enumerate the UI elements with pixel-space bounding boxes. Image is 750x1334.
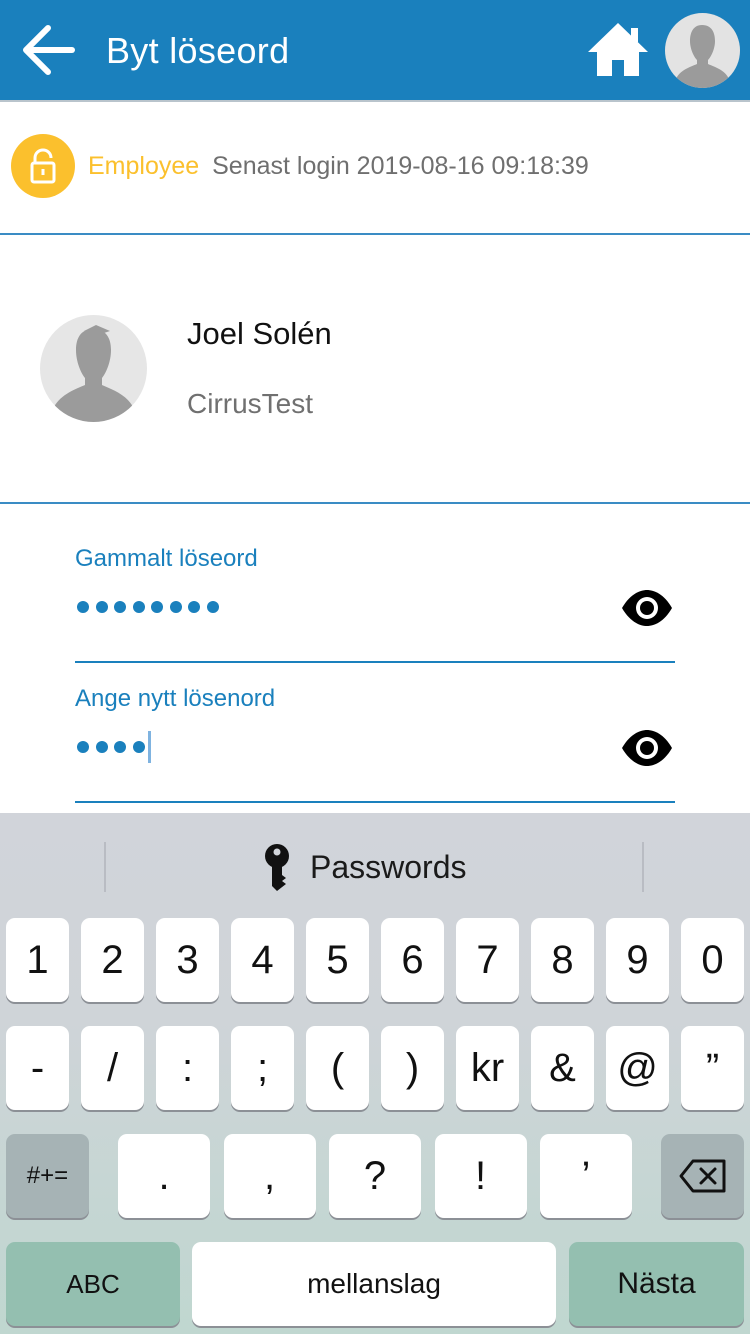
password-dot xyxy=(132,601,145,613)
keyboard-key[interactable]: @ xyxy=(606,1026,669,1110)
profile-name: Joel Solén xyxy=(187,316,332,351)
keyboard-key[interactable]: 5 xyxy=(306,918,369,1002)
suggestion-divider xyxy=(104,842,106,892)
header-divider xyxy=(0,100,750,102)
eye-icon[interactable] xyxy=(620,728,674,768)
passwords-suggestion[interactable]: Passwords xyxy=(262,841,467,893)
keyboard-key[interactable]: ’ xyxy=(540,1134,632,1218)
home-icon xyxy=(588,23,648,76)
profile-company: CirrusTest xyxy=(187,388,314,419)
keyboard-key[interactable]: kr xyxy=(456,1026,519,1110)
page-title: Byt löseord xyxy=(106,30,290,71)
keyboard-key[interactable]: / xyxy=(81,1026,144,1110)
old-password-input[interactable] xyxy=(77,589,225,625)
old-password-field: Gammalt löseord xyxy=(75,545,675,685)
backspace-key[interactable] xyxy=(661,1134,744,1218)
keyboard-key[interactable]: 9 xyxy=(606,918,669,1002)
keyboard-key[interactable]: - xyxy=(6,1026,69,1110)
app-header: Byt löseord xyxy=(0,0,750,100)
keyboard-key[interactable]: 3 xyxy=(156,918,219,1002)
keyboard-key[interactable]: . xyxy=(118,1134,210,1218)
keyboard-key[interactable]: 1 xyxy=(6,918,69,1002)
key-icon xyxy=(265,844,289,891)
password-dot xyxy=(77,741,89,753)
keyboard-key[interactable]: ? xyxy=(329,1134,421,1218)
profile-avatar xyxy=(40,315,147,422)
keyboard-key[interactable]: ) xyxy=(381,1026,444,1110)
keyboard-key[interactable]: 2 xyxy=(81,918,144,1002)
password-dot xyxy=(114,601,126,613)
new-password-input[interactable] xyxy=(77,729,151,765)
keyboard-key[interactable]: 0 xyxy=(681,918,744,1002)
password-dot xyxy=(206,601,219,613)
password-dot xyxy=(188,601,200,613)
password-dot xyxy=(95,741,108,753)
keyboard-key[interactable]: ; xyxy=(231,1026,294,1110)
keyboard-key[interactable]: ! xyxy=(434,1134,527,1218)
abc-key[interactable]: ABC xyxy=(6,1242,180,1326)
section-divider xyxy=(0,502,750,504)
new-password-field: Ange nytt lösenord xyxy=(75,685,675,825)
password-dot xyxy=(114,741,126,753)
role-badge xyxy=(11,134,75,198)
keyboard-key[interactable]: : xyxy=(156,1026,219,1110)
new-password-label: Ange nytt lösenord xyxy=(75,685,276,712)
person-silhouette-icon xyxy=(676,25,729,88)
password-dot xyxy=(132,741,145,753)
text-caret xyxy=(148,731,151,763)
keyboard-key[interactable]: 8 xyxy=(531,918,594,1002)
old-password-label: Gammalt löseord xyxy=(75,545,258,572)
section-divider xyxy=(0,233,750,235)
password-dot xyxy=(169,601,182,613)
keyboard-key[interactable]: , xyxy=(223,1134,316,1218)
next-key[interactable]: Nästa xyxy=(569,1242,744,1326)
keyboard-key[interactable]: ( xyxy=(306,1026,369,1110)
account-avatar-button[interactable] xyxy=(665,13,740,88)
person-silhouette-icon xyxy=(54,325,133,422)
role-label: Employee xyxy=(88,152,200,180)
password-dot xyxy=(77,601,89,613)
password-dot xyxy=(151,601,163,613)
last-login-text: Senast login 2019-08-16 09:18:39 xyxy=(212,152,589,180)
keyboard-key[interactable]: 6 xyxy=(381,918,444,1002)
keyboard-key[interactable]: 7 xyxy=(456,918,519,1002)
symbols-key[interactable]: #+= xyxy=(6,1134,89,1218)
on-screen-keyboard: Passwords 1234567890 - /:;() kr & @” #+= .,?… xyxy=(0,813,750,1334)
login-info: Employee Senast login 2019-08-16 09:18:3… xyxy=(88,151,589,181)
space-key[interactable]: mellanslag xyxy=(192,1242,556,1326)
keyboard-key[interactable]: & xyxy=(531,1026,594,1110)
lock-icon xyxy=(30,148,56,184)
field-underline xyxy=(75,661,675,663)
backspace-icon xyxy=(679,1159,725,1193)
arrow-left-icon xyxy=(23,25,75,75)
field-underline xyxy=(75,801,675,803)
keyboard-key[interactable]: 4 xyxy=(231,918,294,1002)
password-dot xyxy=(95,601,108,613)
passwords-suggestion-label: Passwords xyxy=(310,848,467,885)
keyboard-key[interactable]: ” xyxy=(681,1026,744,1110)
eye-icon[interactable] xyxy=(620,588,674,628)
suggestion-divider xyxy=(642,842,644,892)
back-button[interactable] xyxy=(18,22,78,78)
home-button[interactable] xyxy=(585,20,651,80)
keyboard-suggestion-bar: Passwords xyxy=(0,813,750,917)
